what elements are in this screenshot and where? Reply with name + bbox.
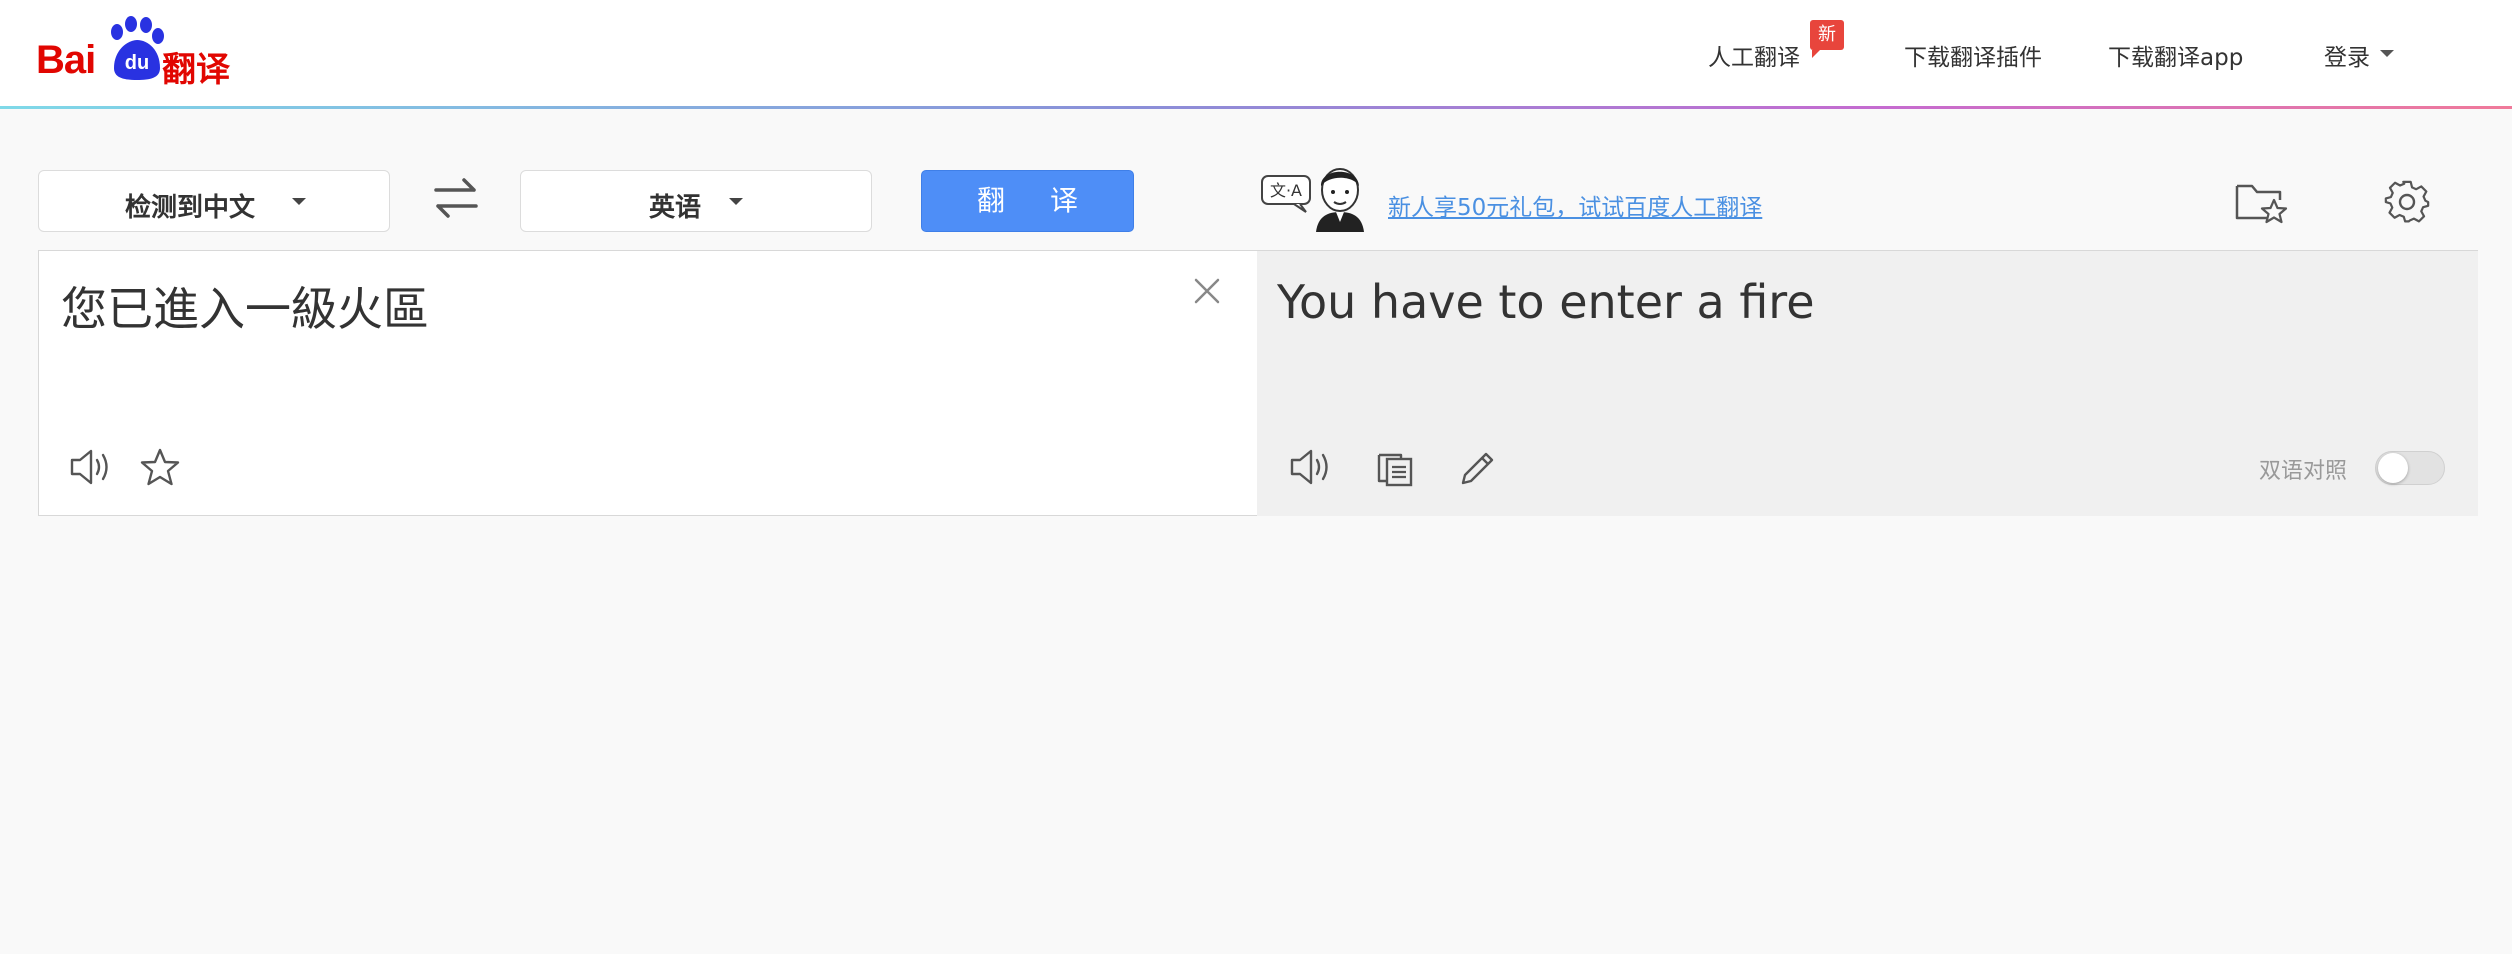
promo-art-text: 文·A (1270, 181, 1302, 200)
source-language-select[interactable]: 检测到中文 (38, 170, 390, 232)
login-caret-icon[interactable] (2380, 50, 2394, 57)
target-language-select[interactable]: 英语 (520, 170, 872, 232)
logo-du-text: du (125, 52, 149, 74)
baidu-translate-logo[interactable]: Bai du 翻译 (36, 16, 236, 90)
source-text-panel[interactable]: 您已進入一級火區 (38, 250, 1258, 516)
clear-text-icon[interactable] (1191, 275, 1223, 307)
logo-bai-text: Bai (36, 38, 96, 82)
new-badge: 新 (1810, 20, 1844, 58)
logo-chinese-text: 翻译 (162, 50, 230, 90)
favorites-folder-icon[interactable] (2234, 178, 2288, 224)
nav-human-translation[interactable]: 人工翻译 (1708, 38, 1800, 72)
source-text-input[interactable]: 您已進入一級火區 (61, 273, 429, 339)
copy-icon[interactable] (1375, 447, 1415, 487)
promo-link[interactable]: 新人享50元礼包，试试百度人工翻译 (1388, 188, 1762, 222)
header-gradient-divider (0, 106, 2512, 109)
star-favorite-icon[interactable] (139, 447, 181, 487)
translation-result-panel: You have to enter a fire 双语对照 (1257, 250, 2478, 516)
translate-button[interactable]: 翻 译 (921, 170, 1134, 232)
nav-download-plugin[interactable]: 下载翻译插件 (1904, 38, 2042, 72)
speaker-icon[interactable] (69, 447, 113, 487)
chevron-down-icon (292, 198, 306, 205)
human-translator-avatar-icon[interactable]: 文·A (1260, 160, 1372, 232)
speaker-icon[interactable] (1289, 447, 1333, 487)
bilingual-toggle-switch[interactable] (2375, 451, 2445, 485)
translation-result-text: You have to enter a fire (1277, 275, 1815, 329)
settings-gear-icon[interactable] (2384, 180, 2430, 226)
top-header: Bai du 翻译 人工翻译 新 下载翻译插件 下载翻译app 登录 (0, 0, 2512, 107)
target-language-label: 英语 (649, 193, 702, 223)
nav-download-app[interactable]: 下载翻译app (2108, 38, 2243, 72)
source-language-label: 检测到中文 (125, 193, 256, 223)
edit-pencil-icon[interactable] (1459, 447, 1499, 487)
bilingual-toggle-label: 双语对照 (2259, 459, 2348, 484)
chevron-down-icon (729, 198, 743, 205)
toggle-knob (2378, 453, 2408, 483)
swap-languages-icon[interactable] (432, 176, 480, 220)
nav-login[interactable]: 登录 (2324, 38, 2370, 72)
